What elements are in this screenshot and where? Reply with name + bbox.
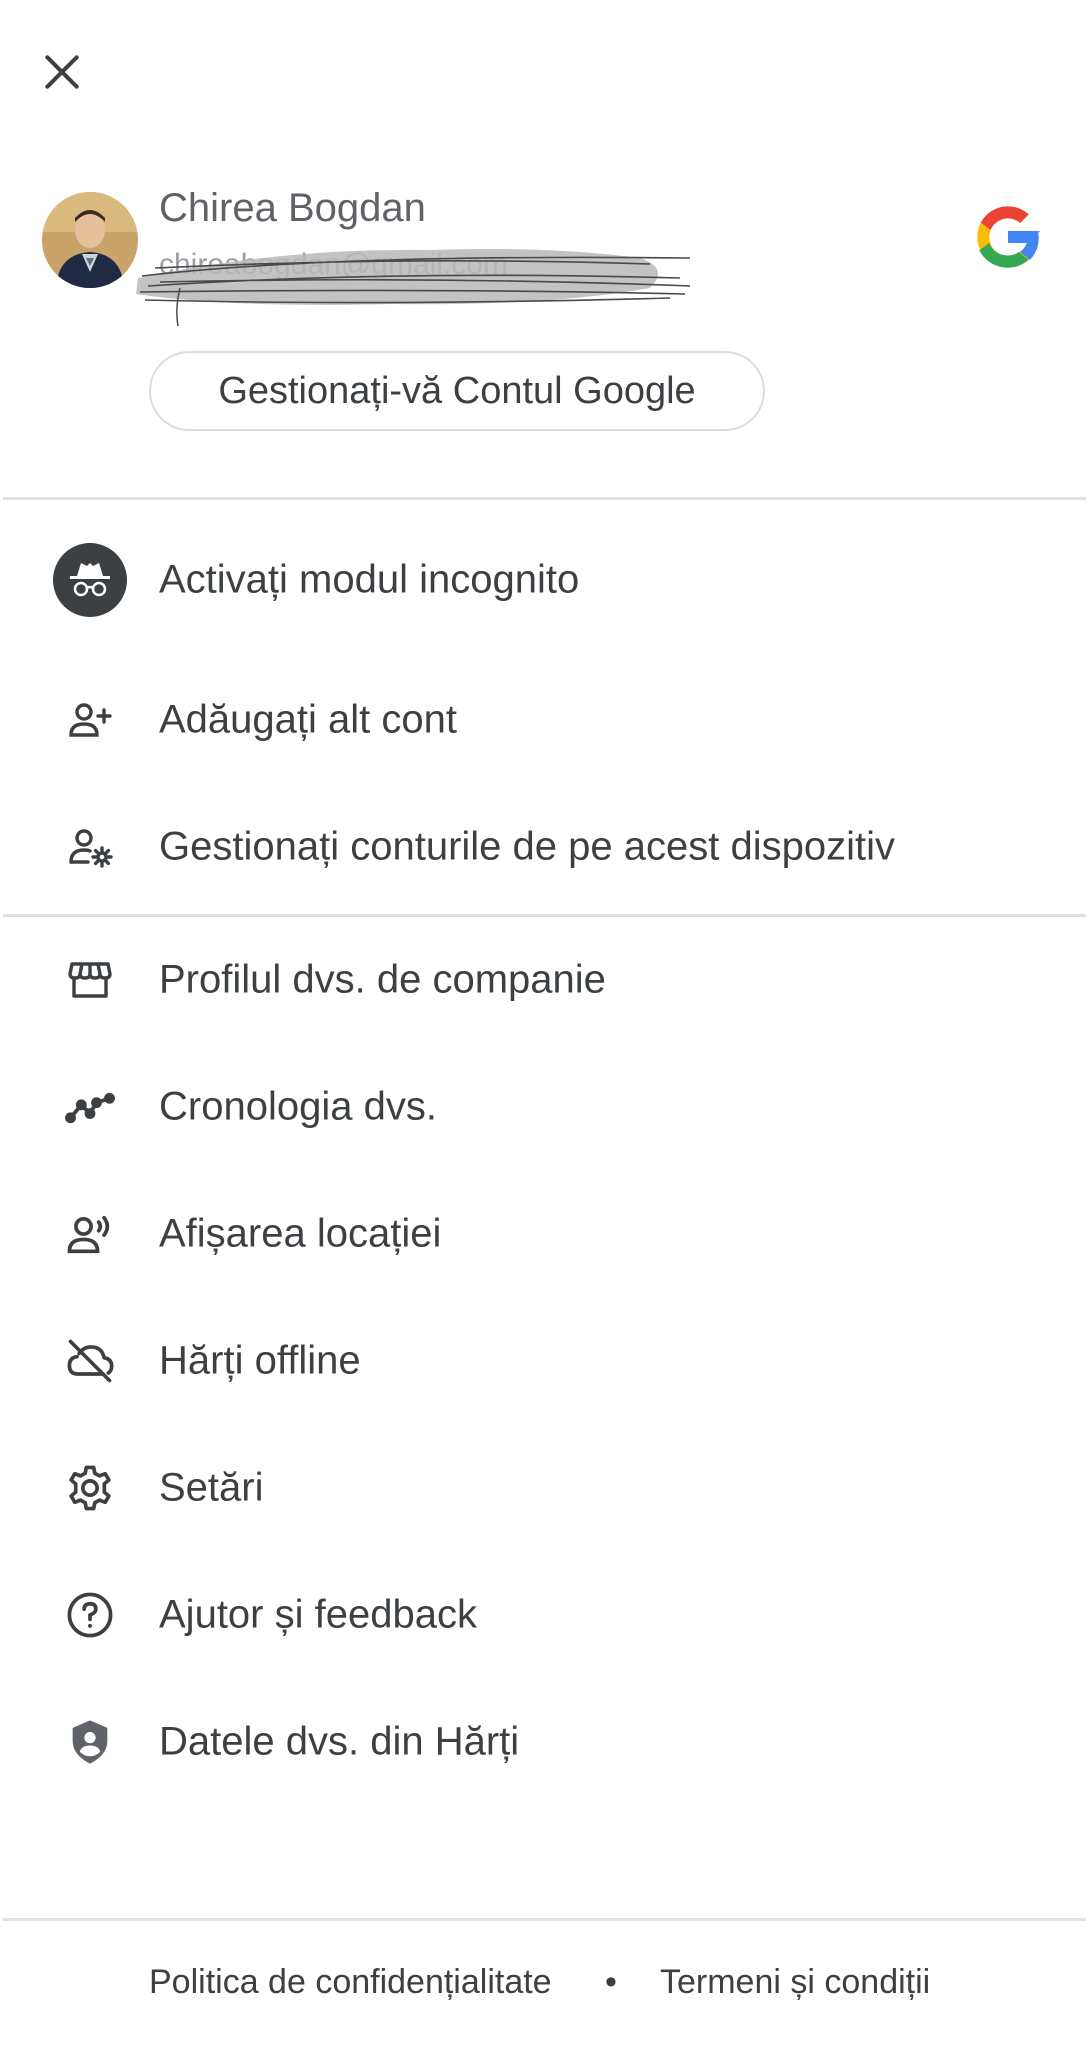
menu-item-offline-maps[interactable]: Hărți offline	[0, 1306, 1089, 1416]
menu-item-business-profile[interactable]: Profilul dvs. de companie	[0, 925, 1089, 1035]
menu-item-label: Profilul dvs. de companie	[159, 957, 606, 1002]
avatar[interactable]	[42, 192, 138, 288]
location-sharing-icon	[53, 1197, 127, 1271]
menu-item-label: Cronologia dvs.	[159, 1084, 437, 1129]
menu-item-label: Activați modul incognito	[159, 557, 580, 602]
divider	[3, 497, 1086, 500]
google-logo	[977, 206, 1041, 268]
footer-separator: •	[605, 1963, 617, 2001]
menu-item-label: Datele dvs. din Hărți	[159, 1719, 520, 1764]
incognito-icon	[53, 543, 127, 617]
privacy-shield-icon	[53, 1705, 127, 1779]
help-icon	[53, 1578, 127, 1652]
manage-accounts-icon	[53, 810, 127, 884]
storefront-icon	[53, 943, 127, 1017]
terms-link[interactable]: Termeni și condiții	[660, 1963, 930, 2002]
close-icon	[45, 55, 79, 89]
privacy-policy-link[interactable]: Politica de confidențialitate	[149, 1963, 552, 2002]
menu-item-help[interactable]: Ajutor și feedback	[0, 1560, 1089, 1670]
menu-item-location-sharing[interactable]: Afișarea locației	[0, 1179, 1089, 1289]
menu-item-manage-accounts[interactable]: Gestionați conturile de pe acest dispozi…	[0, 792, 1089, 902]
menu-item-label: Afișarea locației	[159, 1211, 442, 1256]
menu-item-incognito[interactable]: Activați modul incognito	[0, 525, 1089, 635]
manage-google-account-button[interactable]: Gestionați-vă Contul Google	[149, 351, 765, 431]
menu-item-add-account[interactable]: Adăugați alt cont	[0, 665, 1089, 775]
redaction-scribble	[136, 249, 691, 327]
menu-item-settings[interactable]: Setări	[0, 1433, 1089, 1543]
footer: Politica de confidențialitate • Termeni …	[0, 1955, 1089, 2015]
menu-item-timeline[interactable]: Cronologia dvs.	[0, 1052, 1089, 1162]
close-button[interactable]	[30, 40, 94, 104]
account-name: Chirea Bogdan	[159, 186, 426, 230]
add-person-icon	[53, 683, 127, 757]
menu-item-label: Hărți offline	[159, 1338, 361, 1383]
gear-icon	[53, 1451, 127, 1525]
offline-cloud-icon	[53, 1324, 127, 1398]
menu-item-label: Gestionați conturile de pe acest dispozi…	[159, 824, 895, 869]
menu-item-label: Adăugați alt cont	[159, 697, 457, 742]
menu-item-label: Setări	[159, 1465, 264, 1510]
menu-item-label: Ajutor și feedback	[159, 1592, 477, 1637]
divider	[3, 1918, 1086, 1921]
timeline-icon	[53, 1070, 127, 1144]
divider	[3, 914, 1086, 917]
menu-item-your-data[interactable]: Datele dvs. din Hărți	[0, 1687, 1089, 1797]
